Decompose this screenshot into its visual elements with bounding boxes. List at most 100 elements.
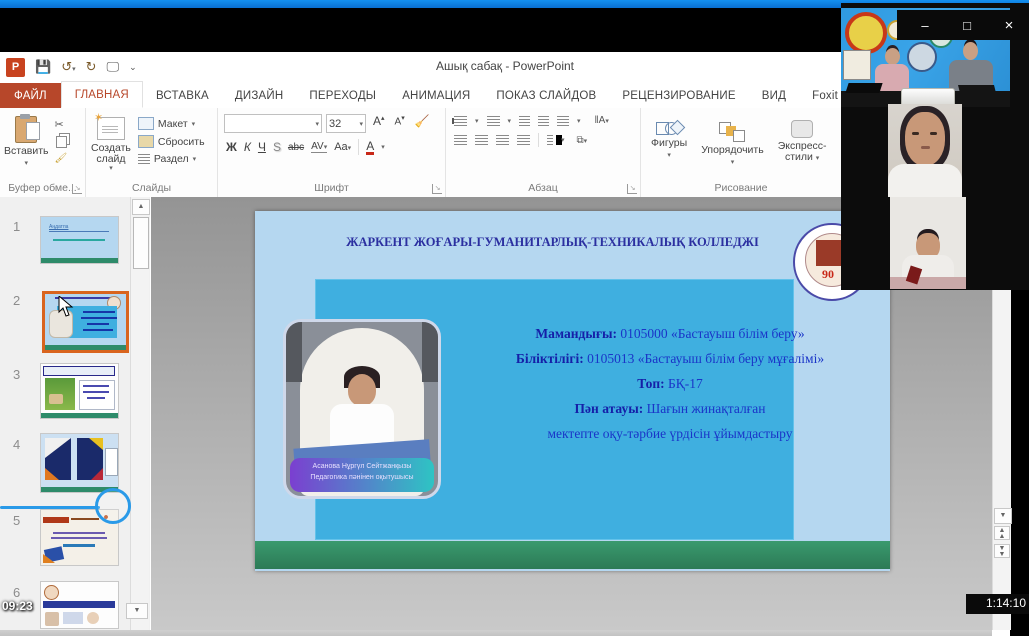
thumb-scroll-up-icon[interactable]: ▲ (132, 199, 150, 215)
emblem-circle-5 (907, 42, 937, 72)
collapse-panel-button[interactable]: ▼ (126, 603, 148, 619)
layout-button[interactable]: Макет▾ (138, 117, 205, 130)
strikethrough-button[interactable]: abc (288, 142, 304, 153)
tab-animations[interactable]: АНИМАЦИЯ (389, 83, 483, 108)
group-label-font: Шрифт (218, 182, 445, 194)
bullets-icon[interactable] (454, 116, 467, 126)
group-drawing: Фигуры▾ Упорядочить▾ Экспресс- стили ▾ Р… (641, 108, 841, 197)
bold-button[interactable]: Ж (226, 140, 237, 154)
font-name-combo[interactable]: ▾ (224, 114, 322, 133)
tab-file[interactable]: ФАЙЛ (0, 83, 61, 108)
arrange-icon (719, 120, 745, 142)
slide-thumb-4[interactable] (40, 433, 119, 493)
shrink-font-button[interactable]: А▾ (392, 114, 408, 133)
thumb-number-5: 5 (13, 513, 20, 528)
text-shadow-button[interactable]: S (273, 140, 281, 154)
thumb-number-6: 6 (13, 585, 20, 600)
tab-slideshow[interactable]: ПОКАЗ СЛАЙДОВ (483, 83, 609, 108)
next-slide-button[interactable]: ▼▼ (994, 544, 1010, 558)
video-feed-participant-2 (890, 197, 966, 289)
annotation-line (0, 506, 100, 509)
align-left-icon[interactable] (454, 135, 467, 145)
tab-view[interactable]: ВИД (749, 83, 799, 108)
clear-formatting-icon[interactable]: 🧹 (412, 114, 433, 133)
text-direction-icon[interactable]: ‖A▾ (595, 115, 609, 126)
slide-line-4: Пән атауы: Шағын жинақталған (455, 401, 885, 417)
screen: P 💾 ↺▾ ↻ 🖵 ⌄ Ашық сабақ - PowerPoint ФАЙ… (0, 0, 1029, 636)
video-call-window: – □ × (841, 3, 1029, 290)
slide-line-1: Мамандығы: 0105000 «Бастауыш білім беру» (455, 326, 885, 342)
slide-thumb-6[interactable] (40, 581, 119, 629)
recording-clock-overlay: 09:23 (2, 599, 33, 613)
section-button[interactable]: Раздел▾ (138, 153, 205, 165)
quick-styles-button[interactable]: Экспресс- стили ▾ (778, 114, 827, 166)
slide-thumb-3[interactable] (40, 363, 119, 419)
new-slide-icon (97, 117, 125, 140)
new-slide-button[interactable]: Создать слайд▾ (91, 111, 131, 172)
person-left-head (885, 48, 900, 65)
thumb-scroll-thumb[interactable] (133, 217, 149, 269)
group-label-slides: Слайды (86, 182, 217, 194)
tab-design[interactable]: ДИЗАЙН (222, 83, 296, 108)
maximize-button[interactable]: □ (957, 18, 977, 33)
arrange-button[interactable]: Упорядочить▾ (701, 114, 763, 166)
mouse-cursor (58, 296, 76, 318)
layout-icon (138, 117, 154, 130)
slide-title: ЖАРКЕНТ ЖОҒАРЫ-ГУМАНИТАРЛЫҚ-ТЕХНИКАЛЫҚ К… (295, 235, 810, 250)
thumb-number-3: 3 (13, 367, 20, 382)
section-icon (138, 154, 150, 164)
group-slides: Создать слайд▾ Макет▾ Сбросить Раздел▾ С… (86, 108, 218, 197)
justify-icon[interactable] (517, 135, 530, 145)
slide-thumbnail-panel: 1 Аңдатпа 2 (0, 197, 150, 630)
font-color-button[interactable]: А (366, 140, 374, 155)
slide-line-2: Біліктілігі: 0105013 «Бастауыш білім бер… (455, 351, 885, 367)
group-label-paragraph: Абзац (446, 182, 640, 194)
columns-icon[interactable] (547, 135, 553, 145)
slide-bottom-bar (255, 541, 890, 569)
paragraph-dialog-launcher[interactable]: ↘ (627, 184, 637, 194)
participant1-shirt (888, 164, 962, 197)
slide[interactable]: ЖАРКЕНТ ЖОҒАРЫ-ГУМАНИТАРЛЫҚ-ТЕХНИКАЛЫҚ К… (255, 211, 890, 571)
tab-transitions[interactable]: ПЕРЕХОДЫ (296, 83, 389, 108)
quick-styles-icon (791, 120, 813, 138)
font-size-combo[interactable]: 32▾ (326, 114, 366, 133)
paste-button[interactable]: Вставить▾ (4, 110, 49, 167)
participant2-desk (890, 277, 966, 289)
cut-icon[interactable]: ✂ (55, 118, 68, 131)
participant1-face (905, 112, 945, 166)
tab-home[interactable]: ГЛАВНАЯ (61, 81, 143, 108)
tab-insert[interactable]: ВСТАВКА (143, 83, 222, 108)
notes-splitter[interactable] (0, 630, 992, 636)
format-painter-icon[interactable]: 🖌 (55, 153, 68, 164)
smartart-icon[interactable]: ⧉▾ (577, 135, 588, 146)
tab-review[interactable]: РЕЦЕНЗИРОВАНИЕ (609, 83, 748, 108)
slide-thumb-1[interactable]: Аңдатпа (40, 216, 119, 264)
underline-button[interactable]: Ч (258, 140, 266, 154)
copy-icon[interactable] (56, 136, 67, 148)
clipboard-dialog-launcher[interactable]: ↘ (72, 184, 82, 194)
scroll-down-icon[interactable]: ▼ (994, 508, 1012, 524)
grow-font-button[interactable]: А▴ (370, 114, 388, 133)
font-dialog-launcher[interactable]: ↘ (432, 184, 442, 194)
italic-button[interactable]: К (244, 140, 251, 154)
char-spacing-button[interactable]: AV▾ (311, 141, 327, 153)
previous-slide-button[interactable]: ▲▲ (994, 526, 1010, 540)
close-button[interactable]: × (999, 17, 1019, 34)
slide-thumb-2-selected[interactable] (42, 291, 129, 353)
change-case-button[interactable]: Aa▾ (334, 141, 351, 153)
numbering-icon[interactable] (487, 116, 500, 126)
thumbnail-scrollbar[interactable]: ▲ (130, 197, 149, 630)
align-right-icon[interactable] (496, 135, 509, 145)
decrease-indent-icon[interactable] (519, 116, 530, 126)
align-center-icon[interactable] (475, 135, 488, 145)
reset-icon (138, 135, 154, 148)
increase-indent-icon[interactable] (538, 116, 549, 126)
photo-caption: Асанова Нұргүл Сейтжанқызы Педагогика пә… (290, 458, 434, 492)
reset-button[interactable]: Сбросить (138, 135, 205, 148)
line-spacing-icon[interactable] (557, 116, 569, 126)
shapes-button[interactable]: Фигуры▾ (651, 114, 687, 166)
minimize-button[interactable]: – (915, 18, 935, 33)
thumb1-title: Аңдатпа (49, 224, 68, 230)
teacher-photo: Асанова Нұргүл Сейтжанқызы Педагогика пә… (283, 319, 441, 499)
paste-icon (15, 116, 37, 143)
